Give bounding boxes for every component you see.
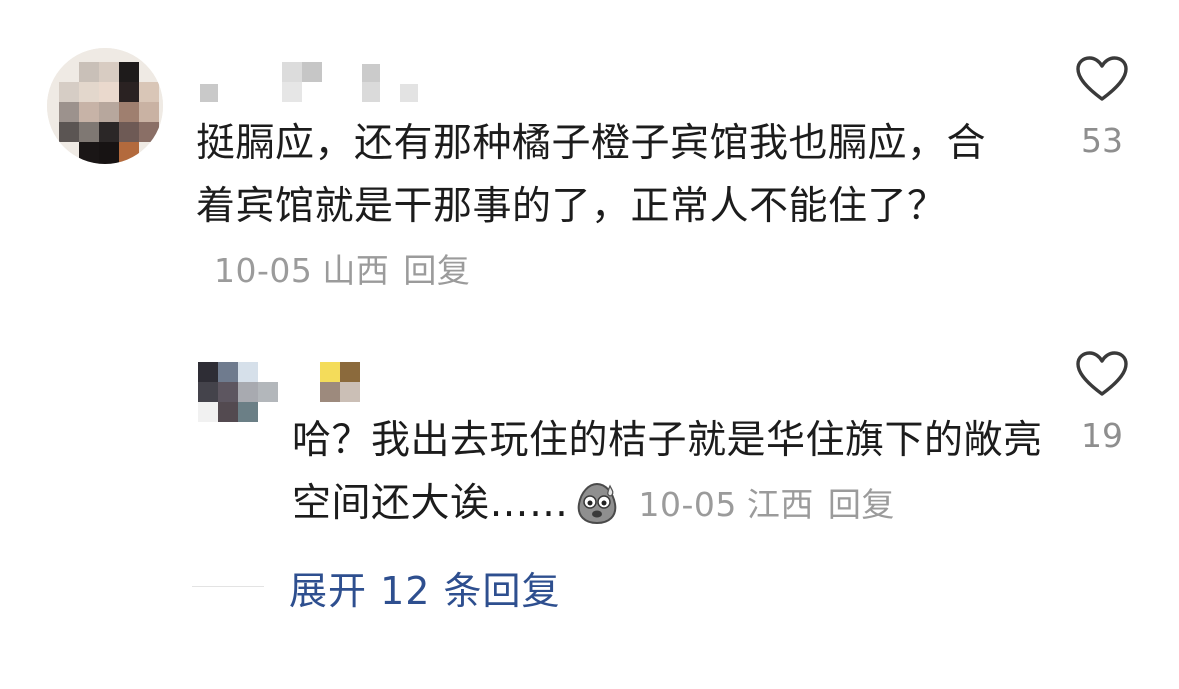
reply-button[interactable]: 回复: [828, 485, 895, 524]
reply-body: 哈？我出去玩住的桔子就是华住旗下的敞亮空间还大诶…… 10-05 江西 回复: [292, 409, 1052, 536]
comment-text: 挺膈应，还有那种橘子橙子宾馆我也膈应，合着宾馆就是干那事的了，正常人不能住了？: [196, 121, 987, 229]
comment-location: 山西: [322, 251, 390, 290]
like-count: 53: [1081, 121, 1123, 160]
like-button[interactable]: 53: [1066, 55, 1138, 160]
reply-date: 10-05: [638, 485, 737, 524]
avatar[interactable]: [47, 48, 163, 164]
username[interactable]: [196, 62, 436, 106]
heart-outline-icon[interactable]: [1075, 350, 1129, 398]
comment-body: 挺膈应，还有那种橘子橙子宾馆我也膈应，合着宾馆就是干那事的了，正常人不能住了？ 1…: [196, 112, 1016, 302]
like-count: 19: [1081, 416, 1123, 455]
divider: [192, 586, 264, 587]
expand-replies-button[interactable]: 展开 12 条回复: [289, 560, 561, 615]
comment-date: 10-05: [214, 251, 313, 290]
like-button[interactable]: 19: [1066, 350, 1138, 455]
reply-location: 江西: [746, 485, 814, 524]
sweating-face-emoji-icon: [573, 478, 621, 526]
reply-avatar[interactable]: [198, 362, 280, 424]
heart-outline-icon[interactable]: [1075, 55, 1129, 103]
reply-username[interactable]: [316, 362, 364, 402]
reply-button[interactable]: 回复: [403, 251, 470, 290]
